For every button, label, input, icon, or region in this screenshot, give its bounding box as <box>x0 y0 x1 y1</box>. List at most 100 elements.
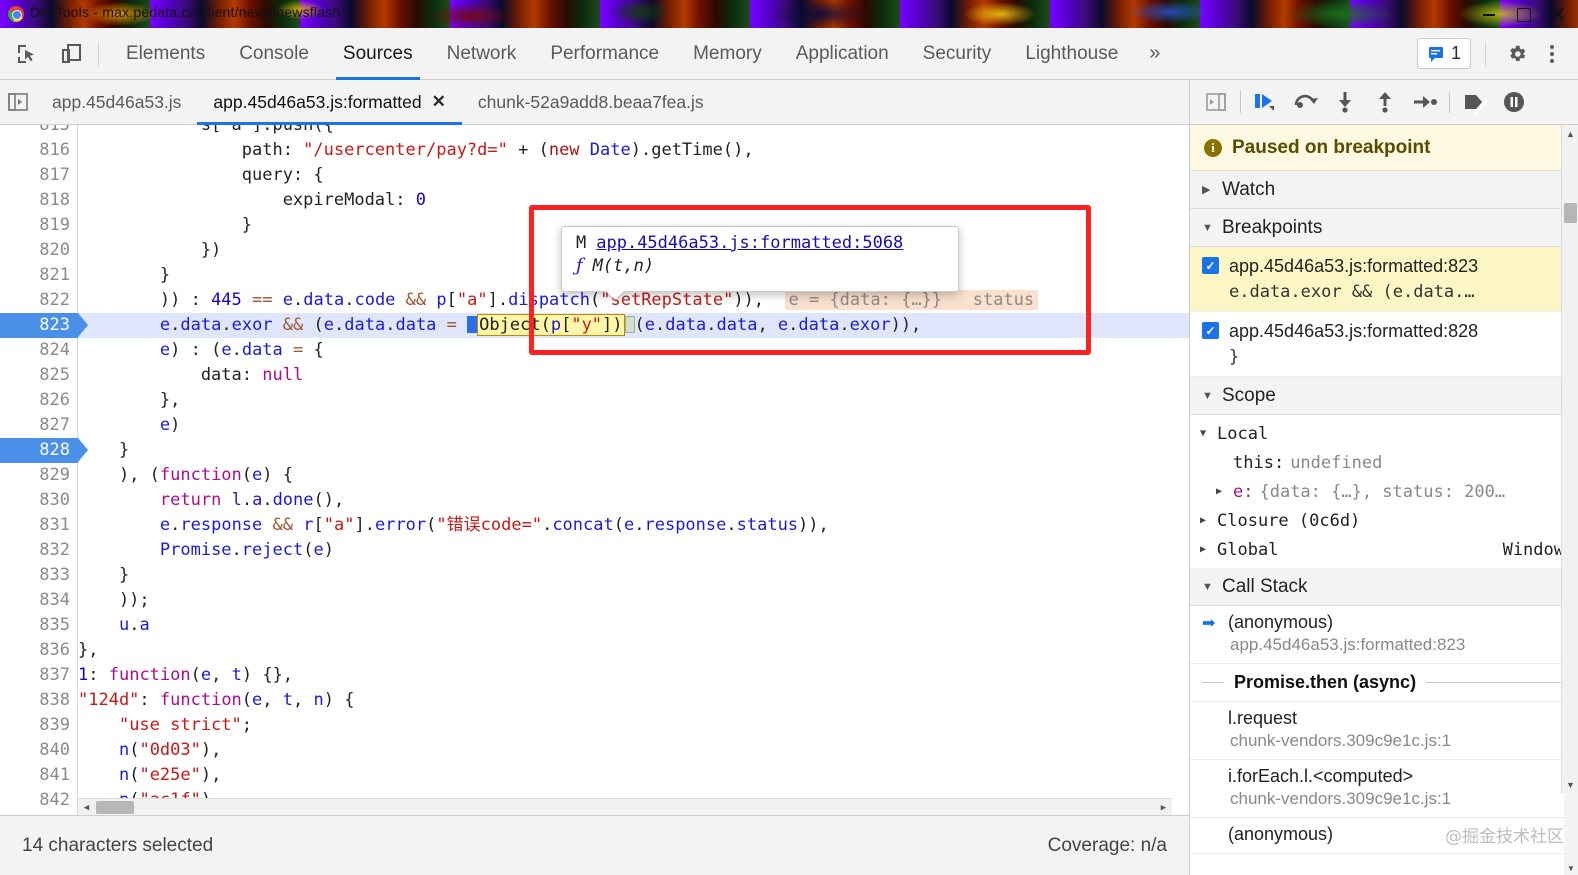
deactivate-breakpoints-icon[interactable] <box>1454 82 1494 122</box>
line-number[interactable]: 816 <box>0 138 70 163</box>
line-number[interactable]: 815 <box>0 125 70 138</box>
call-stack-frame[interactable]: (anonymous) <box>1190 818 1578 854</box>
breakpoint-list-item[interactable]: ✓ app.45d46a53.js:formatted:823 e.data.e… <box>1190 247 1578 312</box>
line-number[interactable]: 837 <box>0 663 70 688</box>
code-line[interactable]: 829 ), (function(e) { <box>0 463 1189 488</box>
code-text[interactable]: data: null <box>78 363 303 388</box>
device-toolbar-icon[interactable] <box>54 37 88 71</box>
breakpoint-checkbox[interactable]: ✓ <box>1202 257 1219 274</box>
code-line[interactable]: 828 } <box>0 438 1189 463</box>
line-number[interactable]: 820 <box>0 238 70 263</box>
step-over-next-function-call-icon[interactable] <box>1285 82 1325 122</box>
code-text[interactable]: e.response && r["a"].error("错误code=".con… <box>78 513 829 538</box>
code-line[interactable]: 840 n("0d03"), <box>0 738 1189 763</box>
console-messages-badge[interactable]: 1 <box>1416 38 1471 69</box>
code-text[interactable]: return l.a.done(), <box>78 488 344 513</box>
code-text[interactable]: "use strict"; <box>78 713 252 738</box>
code-text[interactable]: }, <box>78 388 180 413</box>
tab-application[interactable]: Application <box>779 28 906 80</box>
show-debugger-sidebar-icon[interactable] <box>1196 82 1236 122</box>
line-number[interactable]: 838 <box>0 688 70 713</box>
code-text[interactable]: "124d": function(e, t, n) { <box>78 688 354 713</box>
line-number[interactable]: 840 <box>0 738 70 763</box>
code-text[interactable]: } <box>78 263 170 288</box>
breakpoint-list-item[interactable]: ✓ app.45d46a53.js:formatted:828 } <box>1190 312 1578 377</box>
line-number[interactable]: 819 <box>0 213 70 238</box>
chevron-right-icon[interactable]: ▶ <box>1216 486 1227 497</box>
line-number[interactable]: 827 <box>0 413 70 438</box>
code-line[interactable]: 825 data: null <box>0 363 1189 388</box>
code-line[interactable]: 816 path: "/usercenter/pay?d=" + (new Da… <box>0 138 1189 163</box>
vertical-scroll-thumb[interactable] <box>1564 203 1577 223</box>
scope-row[interactable]: ▶ Global Window <box>1190 535 1578 564</box>
code-line[interactable]: 837 1: function(e, t) {}, <box>0 663 1189 688</box>
code-text[interactable]: expireModal: 0 <box>78 188 426 213</box>
tab-memory[interactable]: Memory <box>676 28 779 80</box>
resume-script-execution-icon[interactable] <box>1245 82 1285 122</box>
code-text[interactable]: e) : (e.data = { <box>78 338 324 363</box>
line-number[interactable]: 839 <box>0 713 70 738</box>
tab-performance[interactable]: Performance <box>533 28 676 80</box>
call-stack-frame[interactable]: ➡ (anonymous) app.45d46a53.js:formatted:82… <box>1190 606 1578 664</box>
code-line[interactable]: 827 e) <box>0 413 1189 438</box>
line-number[interactable]: 822 <box>0 288 70 313</box>
line-number[interactable]: 833 <box>0 563 70 588</box>
code-line[interactable]: 824 e) : (e.data = { <box>0 338 1189 363</box>
chevron-down-icon[interactable]: ▼ <box>1200 428 1211 439</box>
section-header-call-stack[interactable]: ▼ Call Stack <box>1190 568 1578 606</box>
inspect-element-icon[interactable] <box>10 37 44 71</box>
step-into-next-function-call-icon[interactable] <box>1325 82 1365 122</box>
horizontal-scroll-thumb[interactable] <box>96 801 134 814</box>
scroll-down-icon[interactable]: ▼ <box>1562 776 1578 793</box>
line-number[interactable]: 821 <box>0 263 70 288</box>
line-number[interactable]: 832 <box>0 538 70 563</box>
close-button[interactable] <box>1550 7 1564 21</box>
line-number[interactable]: 834 <box>0 588 70 613</box>
function-definition-popover[interactable]: M app.45d46a53.js:formatted:5068 ƒ M(t,n… <box>561 226 959 292</box>
code-line[interactable]: 832 Promise.reject(e) <box>0 538 1189 563</box>
line-number[interactable]: 841 <box>0 763 70 788</box>
code-line[interactable]: 833 } <box>0 563 1189 588</box>
section-header-scope[interactable]: ▼ Scope <box>1190 377 1578 415</box>
code-text[interactable]: e) <box>78 413 181 438</box>
code-text[interactable]: query: { <box>78 163 324 188</box>
scroll-up-icon[interactable]: ▲ <box>1562 125 1578 142</box>
code-text[interactable]: } <box>78 438 129 463</box>
line-number[interactable]: 830 <box>0 488 70 513</box>
close-icon[interactable]: ✕ <box>432 92 446 112</box>
code-line[interactable]: 817 query: { <box>0 163 1189 188</box>
chevron-right-icon[interactable]: ▶ <box>1200 515 1211 526</box>
code-line[interactable]: 823 e.data.exor && (e.data.data = Object… <box>0 313 1189 338</box>
line-number[interactable]: 829 <box>0 463 70 488</box>
code-text[interactable]: Promise.reject(e) <box>78 538 334 563</box>
code-text[interactable]: e.data.exor && (e.data.data = Object(p["… <box>78 314 921 336</box>
coverage-status[interactable]: Coverage: n/a <box>1048 835 1167 857</box>
line-number[interactable]: 828 <box>0 438 70 463</box>
code-line[interactable]: 830 return l.a.done(), <box>0 488 1189 513</box>
code-text[interactable]: } <box>78 563 129 588</box>
code-text[interactable]: n("e25e"), <box>78 763 221 788</box>
code-line[interactable]: 838 "124d": function(e, t, n) { <box>0 688 1189 713</box>
file-tab-app-js[interactable]: app.45d46a53.js <box>36 80 197 125</box>
scope-row[interactable]: ▶ e: {data: {…}, status: 200… <box>1190 477 1578 506</box>
code-text[interactable]: }, <box>78 638 98 663</box>
line-number[interactable]: 823 <box>0 313 70 338</box>
editor-vertical-scrollbar[interactable]: ▲ ▼ <box>1561 125 1578 793</box>
scroll-right-icon[interactable]: ▶ <box>1155 799 1172 815</box>
line-number[interactable]: 825 <box>0 363 70 388</box>
call-stack-frame[interactable]: i.forEach.l.<computed> chunk-vendors.309c… <box>1190 760 1578 818</box>
scope-row[interactable]: ▼ Local <box>1190 419 1578 448</box>
code-line[interactable]: 815 s["a"].push({ <box>0 125 1189 138</box>
editor-horizontal-scrollbar[interactable]: ◀ ▶ <box>78 798 1172 815</box>
code-text[interactable]: } <box>78 213 252 238</box>
pause-on-exceptions-icon[interactable] <box>1494 82 1534 122</box>
code-text[interactable]: 1: function(e, t) {}, <box>78 663 293 688</box>
code-line[interactable]: 839 "use strict"; <box>0 713 1189 738</box>
line-number[interactable]: 835 <box>0 613 70 638</box>
breakpoint-checkbox[interactable]: ✓ <box>1202 322 1219 339</box>
tab-security[interactable]: Security <box>906 28 1009 80</box>
code-text[interactable]: )); <box>78 588 150 613</box>
line-number[interactable]: 824 <box>0 338 70 363</box>
line-number[interactable]: 818 <box>0 188 70 213</box>
code-line[interactable]: 834 )); <box>0 588 1189 613</box>
